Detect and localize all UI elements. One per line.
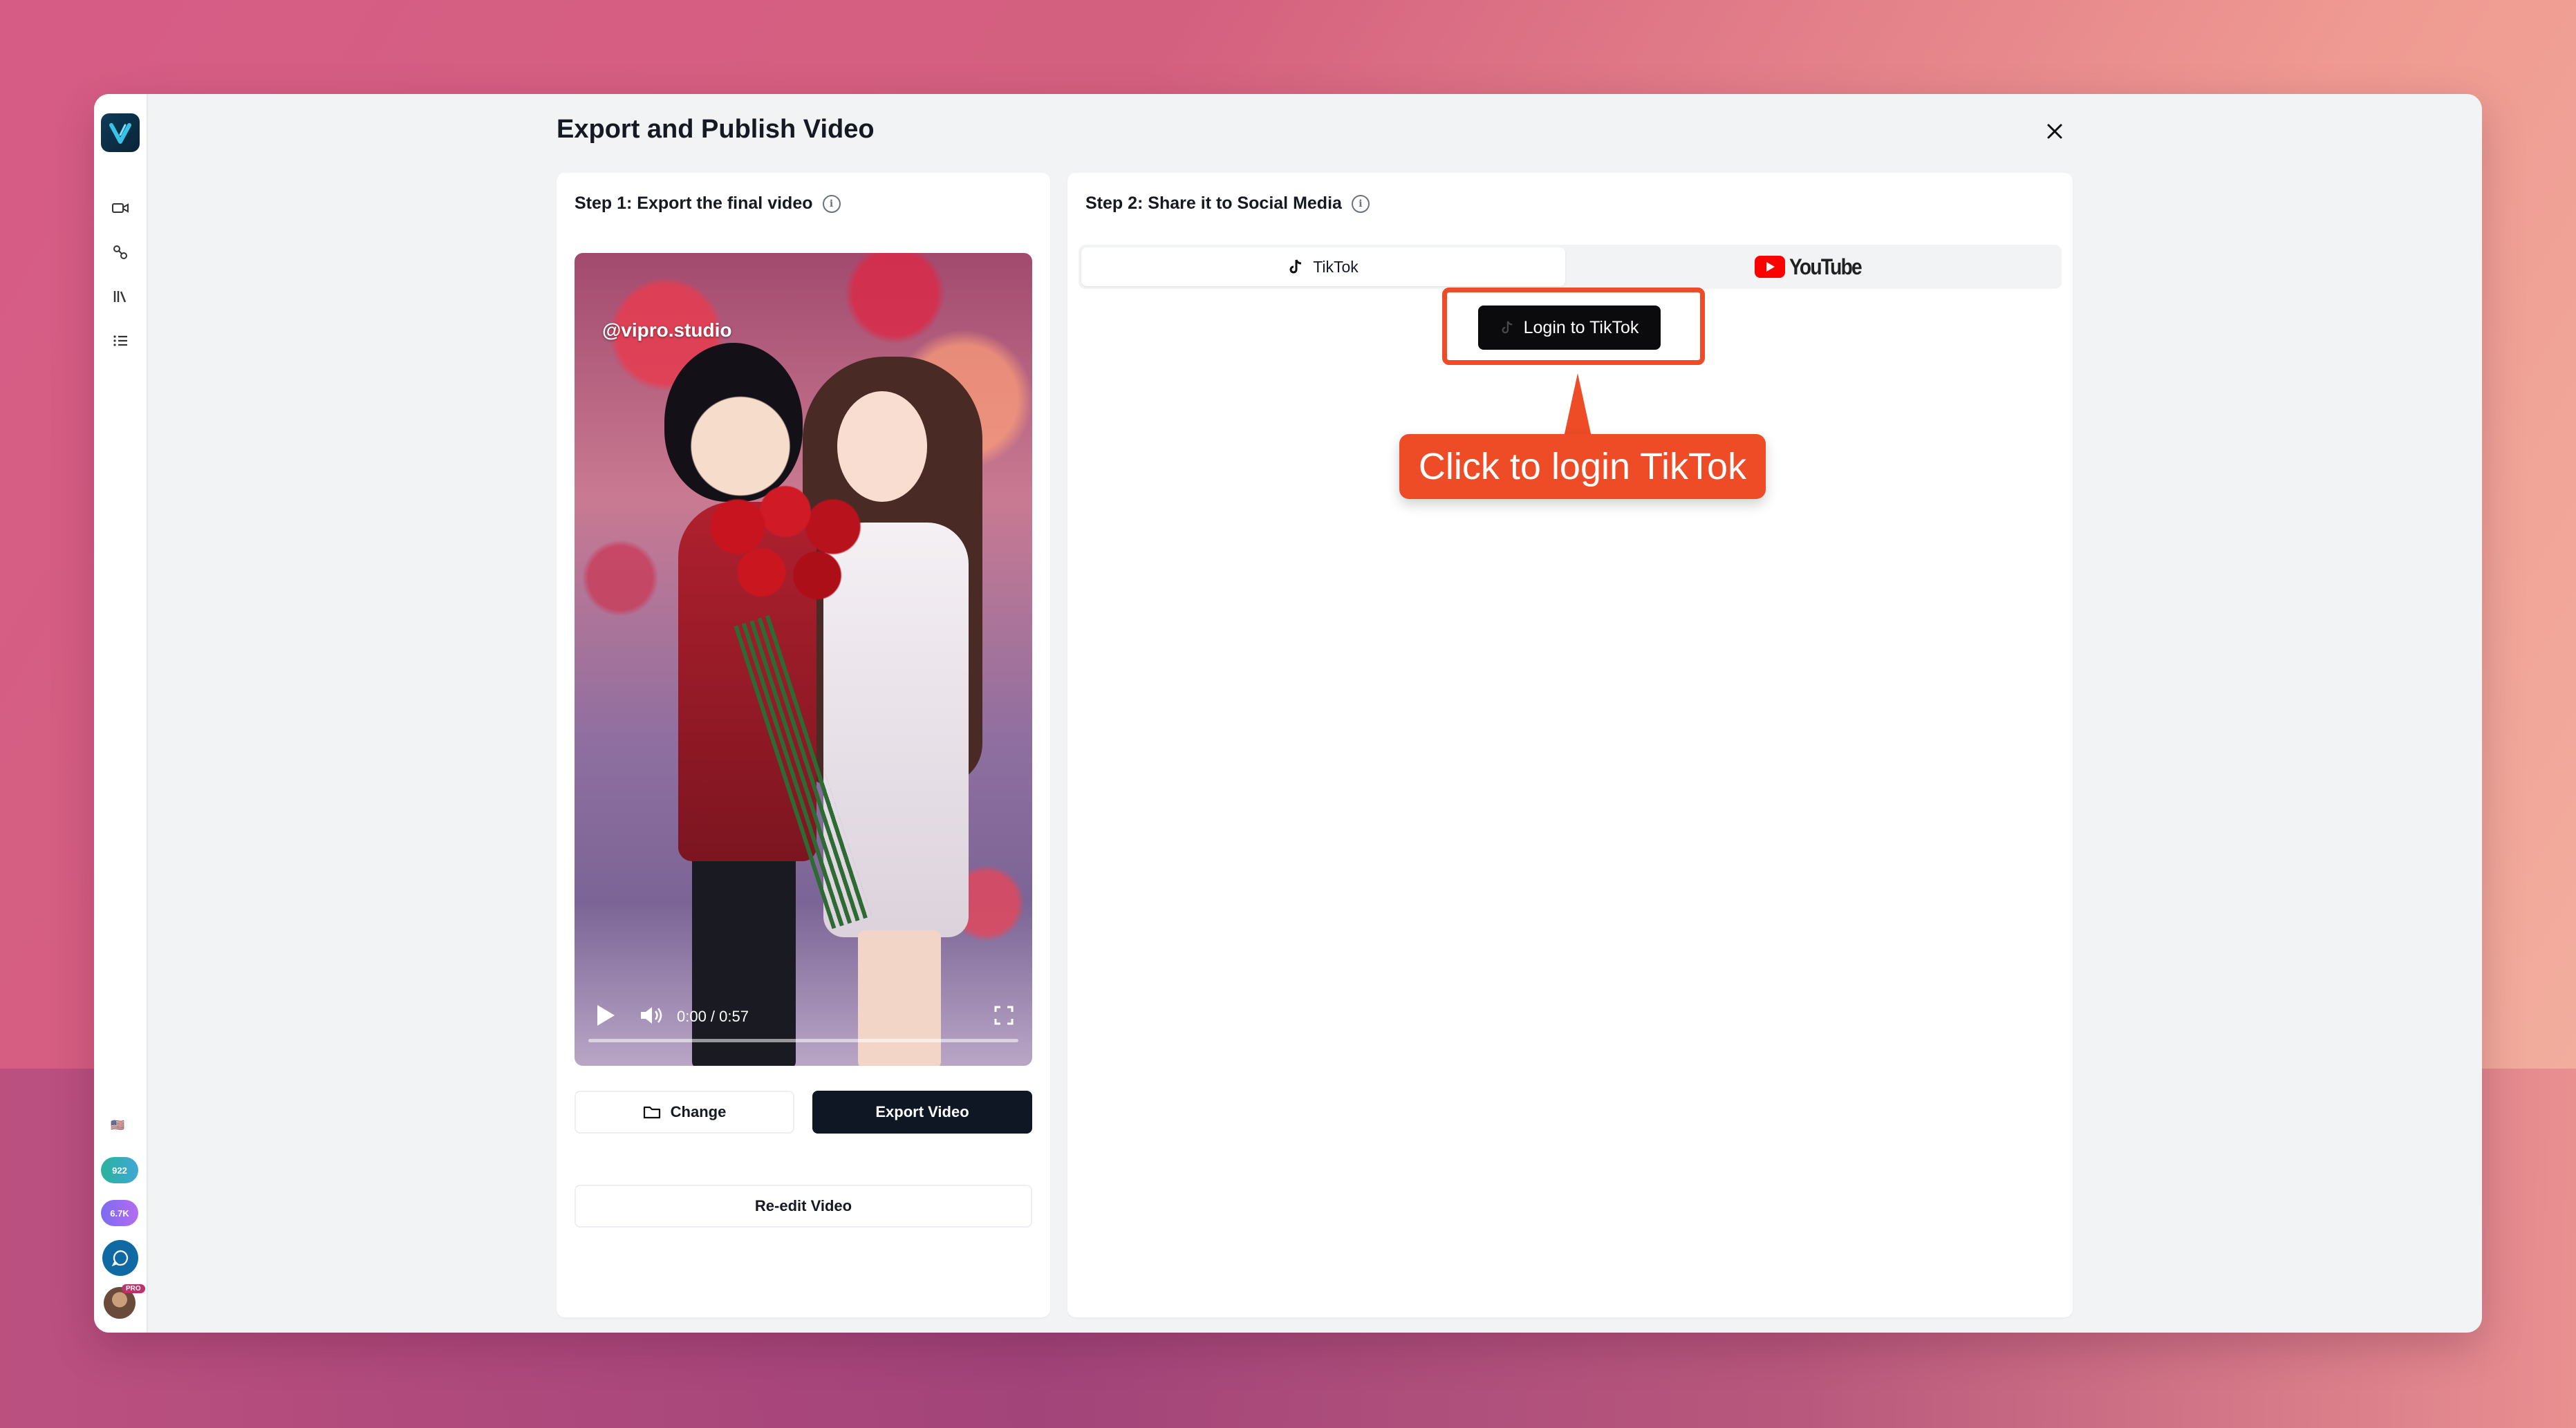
tab-tiktok-label: TikTok	[1313, 257, 1359, 276]
video-watermark: @vipro.studio	[602, 319, 732, 341]
credits-badge-primary[interactable]: 922	[101, 1157, 138, 1183]
close-icon	[2047, 124, 2062, 139]
step1-title: Step 1: Export the final video i	[575, 194, 841, 214]
youtube-wordmark: YouTube	[1789, 254, 1863, 279]
info-icon[interactable]: i	[822, 194, 841, 213]
video-progress-bar[interactable]	[588, 1039, 1018, 1042]
chat-button[interactable]	[102, 1240, 138, 1276]
callout-pointer	[1564, 373, 1592, 437]
tab-tiktok[interactable]: TikTok	[1081, 247, 1565, 286]
illustration-boy-head	[664, 343, 803, 502]
step1-card: Step 1: Export the final video i @vipro.…	[557, 173, 1050, 1317]
app-logo[interactable]	[101, 113, 140, 152]
info-icon[interactable]: i	[1351, 194, 1370, 213]
list-icon[interactable]	[110, 330, 131, 351]
youtube-logo: YouTube	[1754, 254, 1871, 280]
change-button-label: Change	[670, 1103, 727, 1120]
chat-icon	[111, 1250, 129, 1267]
close-button[interactable]	[2038, 115, 2071, 148]
video-controls: 0:00 / 0:57	[588, 990, 1018, 1052]
export-video-label: Export Video	[875, 1103, 969, 1120]
folder-icon	[643, 1106, 660, 1119]
re-edit-video-label: Re-edit Video	[754, 1197, 852, 1214]
video-camera-icon[interactable]	[110, 198, 131, 218]
page-title: Export and Publish Video	[557, 115, 875, 144]
pro-badge: PRO	[122, 1284, 145, 1293]
tiktok-icon	[1502, 321, 1512, 334]
step1-title-text: Step 1: Export the final video	[575, 194, 813, 213]
workflow-icon[interactable]	[110, 242, 131, 263]
volume-icon[interactable]	[640, 1005, 664, 1026]
illustration-roses	[706, 481, 865, 633]
library-icon[interactable]	[110, 286, 131, 307]
login-tiktok-label: Login to TikTok	[1523, 317, 1639, 337]
re-edit-video-button[interactable]: Re-edit Video	[575, 1185, 1032, 1228]
step2-title-text: Step 2: Share it to Social Media	[1085, 194, 1342, 213]
video-time: 0:00 / 0:57	[677, 1008, 749, 1025]
video-player[interactable]: @vipro.studio 0:00 / 0:57	[575, 253, 1032, 1066]
tab-youtube[interactable]: YouTube	[1567, 247, 2059, 286]
tiktok-icon	[1289, 259, 1302, 274]
export-video-button[interactable]: Export Video	[812, 1091, 1032, 1134]
social-tabs: TikTok YouTube	[1079, 245, 2062, 289]
step2-title: Step 2: Share it to Social Media i	[1085, 194, 1370, 214]
play-icon[interactable]	[595, 1004, 616, 1027]
fullscreen-icon[interactable]	[993, 1005, 1014, 1026]
login-tiktok-button[interactable]: Login to TikTok	[1478, 306, 1661, 350]
change-button[interactable]: Change	[575, 1091, 794, 1134]
credits-badge-secondary[interactable]: 6.7K	[101, 1200, 138, 1226]
sidebar: 🇺🇸 922 6.7K PRO	[94, 94, 148, 1333]
annotation-callout: Click to login TikTok	[1399, 434, 1766, 499]
app-window: 🇺🇸 922 6.7K PRO Export and Publish Video…	[94, 94, 2482, 1333]
youtube-play-icon	[1754, 256, 1785, 278]
language-flag[interactable]: 🇺🇸	[111, 1118, 124, 1132]
